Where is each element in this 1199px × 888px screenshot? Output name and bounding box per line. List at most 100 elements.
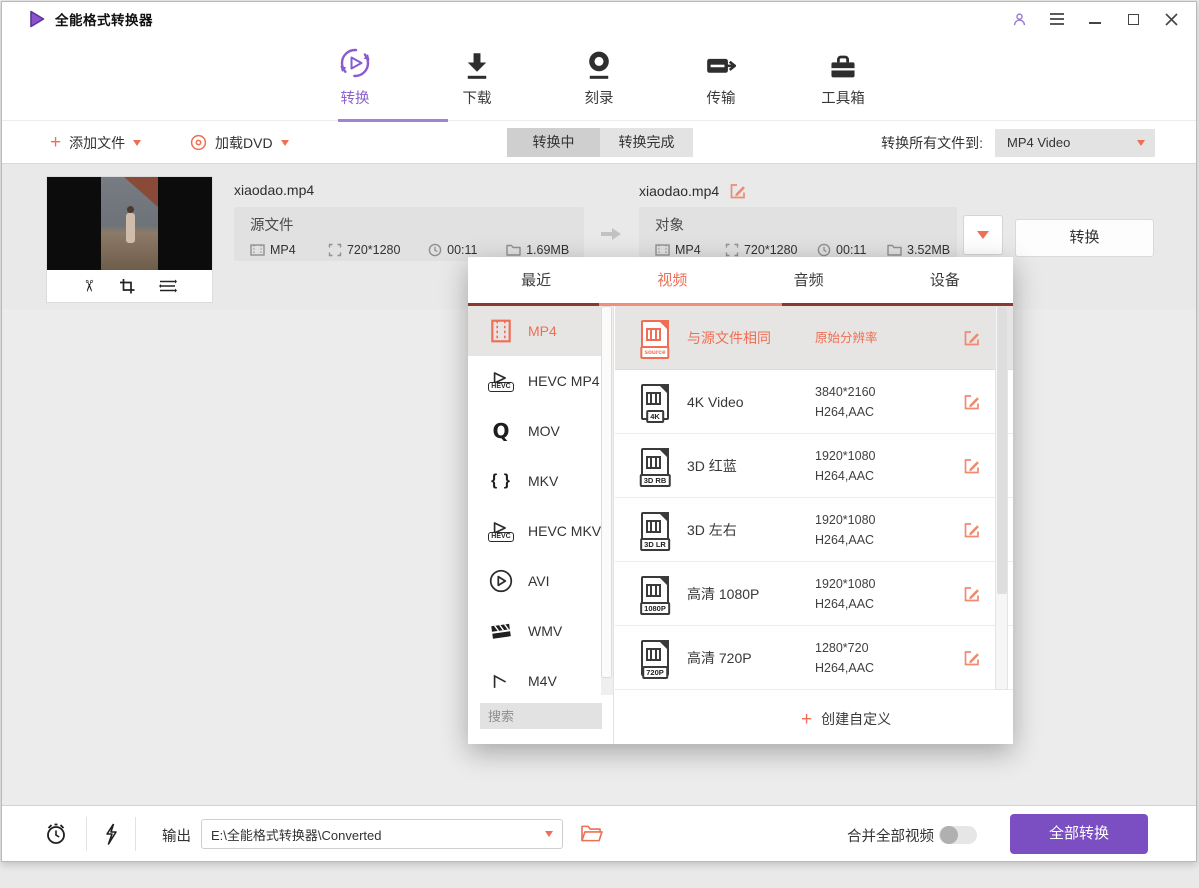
tab-burn-label: 刻录 bbox=[560, 87, 638, 108]
preset-hd-1080p[interactable]: 1080P 高清 1080P 1920*1080H264,AAC bbox=[615, 562, 1013, 626]
close-button[interactable] bbox=[1162, 10, 1180, 28]
caret-down-icon bbox=[977, 231, 989, 239]
target-filename: xiaodao.mp4 bbox=[639, 183, 719, 199]
crop-icon[interactable] bbox=[119, 278, 135, 294]
format-search-input[interactable] bbox=[480, 703, 602, 729]
format-item-mkv[interactable]: { } MKV bbox=[468, 456, 613, 506]
edit-preset-icon[interactable] bbox=[963, 457, 981, 475]
format-item-mov[interactable]: Q MOV bbox=[468, 406, 613, 456]
source-file-icon: source bbox=[641, 320, 669, 356]
preset-4k[interactable]: 4K 4K Video 3840*2160H264,AAC bbox=[615, 370, 1013, 434]
target-info-box: 对象 MP4 720*1280 00:11 3.52MB bbox=[639, 207, 957, 261]
add-file-label: 添加文件 bbox=[69, 133, 125, 153]
edit-preset-icon[interactable] bbox=[963, 521, 981, 539]
popup-active-tab-underline bbox=[599, 303, 782, 306]
chevron-down-icon[interactable] bbox=[281, 140, 289, 146]
merge-videos-toggle[interactable] bbox=[939, 826, 977, 844]
menu-icon[interactable] bbox=[1048, 10, 1066, 28]
preset-list-scrollbar[interactable] bbox=[995, 306, 1008, 690]
convert-all-button[interactable]: 全部转换 bbox=[1010, 814, 1148, 854]
target-size: 3.52MB bbox=[907, 243, 950, 257]
format-item-avi[interactable]: AVI bbox=[468, 556, 613, 606]
video-thumbnail[interactable] bbox=[47, 177, 212, 270]
high-speed-icon[interactable] bbox=[101, 823, 121, 845]
segment-finished[interactable]: 转换完成 bbox=[600, 128, 693, 157]
toolbar: + 添加文件 加载DVD 转换中 转换完成 转换所有文件到: MP4 Video bbox=[2, 122, 1196, 164]
popup-tab-video[interactable]: 视频 bbox=[604, 257, 740, 303]
preset-3d-anaglyph[interactable]: 3D RB 3D 红蓝 1920*1080H264,AAC bbox=[615, 434, 1013, 498]
tab-transfer-label: 传输 bbox=[682, 87, 760, 108]
segment-converting[interactable]: 转换中 bbox=[507, 128, 600, 157]
burn-icon bbox=[560, 43, 638, 81]
arrow-right-icon bbox=[600, 226, 622, 247]
plus-icon: + bbox=[50, 133, 61, 152]
format-list-panel: MP4 HEVC HEVC MP4 Q MOV { } MKV bbox=[468, 306, 614, 744]
titlebar: 全能格式转换器 bbox=[2, 2, 1196, 36]
tab-convert[interactable]: 转换 bbox=[316, 43, 394, 108]
tab-toolbox[interactable]: 工具箱 bbox=[804, 43, 882, 108]
target-section-label: 对象 bbox=[655, 214, 957, 235]
add-file-button[interactable]: + 添加文件 bbox=[50, 122, 141, 163]
popup-tab-audio[interactable]: 音频 bbox=[741, 257, 877, 303]
video-file-icon: 4K bbox=[641, 384, 669, 420]
format-item-hevc-mp4[interactable]: HEVC HEVC MP4 bbox=[468, 356, 613, 406]
clock-icon bbox=[428, 243, 442, 257]
dvd-icon bbox=[190, 134, 207, 151]
chevron-down-icon bbox=[1137, 140, 1145, 146]
convert-button[interactable]: 转换 bbox=[1015, 219, 1154, 257]
download-icon bbox=[438, 43, 516, 81]
divider bbox=[86, 817, 87, 851]
minimize-button[interactable] bbox=[1086, 10, 1104, 28]
merge-videos-label: 合并全部视频 bbox=[847, 825, 934, 846]
open-folder-icon[interactable] bbox=[580, 824, 603, 843]
source-duration: 00:11 bbox=[447, 243, 477, 257]
output-path-input[interactable] bbox=[201, 819, 563, 849]
format-item-mp4[interactable]: MP4 bbox=[468, 306, 613, 356]
target-format-value: MP4 Video bbox=[1007, 135, 1070, 150]
preset-same-as-source[interactable]: source 与源文件相同 原始分辨率 bbox=[615, 306, 1013, 370]
trim-icon[interactable]: ✂ bbox=[79, 279, 99, 292]
create-custom-button[interactable]: + 创建自定义 bbox=[801, 709, 891, 729]
preset-3d-sbs[interactable]: 3D LR 3D 左右 1920*1080H264,AAC bbox=[615, 498, 1013, 562]
video-file-icon: 3D RB bbox=[641, 448, 669, 484]
video-file-icon: 720P bbox=[641, 640, 669, 676]
target-format-cell: MP4 bbox=[675, 243, 701, 257]
source-format: MP4 bbox=[270, 243, 296, 257]
load-dvd-label: 加载DVD bbox=[215, 133, 273, 153]
preset-hd-720p[interactable]: 720P 高清 720P 1280*720H264,AAC bbox=[615, 626, 1013, 690]
output-format-popup: 最近 视频 音频 设备 MP4 HEVC HEVC bbox=[468, 257, 1013, 744]
popup-tab-recent[interactable]: 最近 bbox=[468, 257, 604, 303]
rename-icon[interactable] bbox=[729, 182, 747, 200]
play-outline-icon bbox=[486, 666, 516, 695]
popup-tab-device[interactable]: 设备 bbox=[877, 257, 1013, 303]
tab-download[interactable]: 下载 bbox=[438, 43, 516, 108]
effects-icon[interactable] bbox=[159, 278, 177, 294]
film-icon bbox=[655, 244, 670, 256]
format-item-m4v[interactable]: M4V bbox=[468, 656, 613, 695]
preset-list-panel: source 与源文件相同 原始分辨率 4K 4K Video 3840*216… bbox=[615, 306, 1013, 744]
tab-burn[interactable]: 刻录 bbox=[560, 43, 638, 108]
schedule-icon[interactable] bbox=[44, 822, 68, 846]
edit-preset-icon[interactable] bbox=[963, 329, 981, 347]
chevron-down-icon[interactable] bbox=[545, 831, 553, 837]
maximize-button[interactable] bbox=[1124, 10, 1142, 28]
video-file-icon: 1080P bbox=[641, 576, 669, 612]
edit-preset-icon[interactable] bbox=[963, 649, 981, 667]
format-list-scrollbar[interactable] bbox=[601, 306, 613, 695]
toggle-knob bbox=[940, 826, 958, 844]
target-format-dropdown[interactable]: MP4 Video bbox=[995, 129, 1155, 157]
load-dvd-button[interactable]: 加载DVD bbox=[190, 122, 289, 163]
edit-preset-icon[interactable] bbox=[963, 585, 981, 603]
filmstrip-icon bbox=[486, 316, 516, 346]
format-item-hevc-mkv[interactable]: HEVC HEVC MKV bbox=[468, 506, 613, 556]
hevc-play-icon: HEVC bbox=[486, 516, 516, 546]
account-icon[interactable] bbox=[1010, 10, 1028, 28]
preset-dropdown-button[interactable] bbox=[963, 215, 1003, 255]
resolution-icon bbox=[725, 243, 739, 257]
matroska-icon: { } bbox=[486, 466, 516, 496]
source-section-label: 源文件 bbox=[250, 214, 584, 235]
tab-transfer[interactable]: 传输 bbox=[682, 43, 760, 108]
format-item-wmv[interactable]: WMV bbox=[468, 606, 613, 656]
chevron-down-icon[interactable] bbox=[133, 140, 141, 146]
edit-preset-icon[interactable] bbox=[963, 393, 981, 411]
